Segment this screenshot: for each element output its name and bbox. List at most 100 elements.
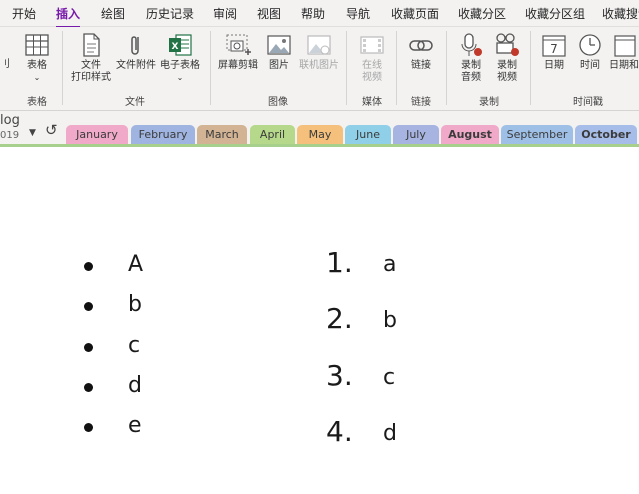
file-attachment-button[interactable]: 文件附件 [114, 32, 158, 72]
list-number: 1. [326, 246, 353, 279]
online-video-label-2: 视频 [362, 72, 382, 83]
table-label: 表格 [27, 60, 47, 71]
section-tab-february[interactable]: February [131, 125, 195, 144]
section-tab-october[interactable]: October [575, 125, 637, 144]
time-button[interactable]: 时间 [573, 32, 607, 72]
menu-tab-fav-pages[interactable]: 收藏页面 [391, 5, 439, 22]
menu-tab-history[interactable]: 历史记录 [146, 5, 194, 22]
bullet-list-item[interactable]: A [80, 252, 170, 280]
svg-text:X: X [172, 42, 179, 52]
online-picture-button[interactable]: 联机图片 [297, 32, 341, 72]
section-tab-bar: log 019 ▼ ↺ January February March April… [0, 111, 639, 145]
section-tab-june[interactable]: June [345, 125, 391, 144]
chevron-down-icon: ⌄ [33, 73, 41, 82]
screen-clipping-icon [226, 34, 251, 55]
menu-tab-fav-section-groups[interactable]: 收藏分区组 [525, 5, 585, 22]
group-label-file: 文件 [125, 97, 145, 108]
bullet-text[interactable]: e [128, 413, 142, 438]
chevron-down-icon: ⌄ [176, 73, 184, 82]
record-audio-label-1: 录制 [461, 60, 481, 71]
group-label-media: 媒体 [362, 97, 382, 108]
numbered-text[interactable]: c [383, 365, 395, 390]
link-label: 链接 [411, 60, 431, 71]
picture-button[interactable]: 图片 [263, 32, 295, 72]
menu-tab-home[interactable]: 开始 [12, 5, 36, 22]
numbered-text[interactable]: a [383, 252, 396, 277]
numbered-text[interactable]: d [383, 421, 397, 446]
notebook-dropdown-icon[interactable]: ▼ [29, 128, 36, 138]
bullet-text[interactable]: d [128, 373, 142, 398]
record-video-button[interactable]: 录制 视频 [490, 32, 524, 84]
group-label-link: 链接 [411, 97, 431, 108]
section-tab-september[interactable]: September [501, 125, 573, 144]
page-canvas[interactable]: A b c d e 1. a 2. b 3. c 4. d [0, 147, 639, 494]
group-label-record: 录制 [479, 97, 499, 108]
date-button[interactable]: 7 日期 [537, 32, 571, 72]
bullet-list-item[interactable]: c [80, 333, 170, 361]
menu-tab-review[interactable]: 审阅 [213, 5, 237, 22]
datetime-label: 日期和 [609, 60, 639, 71]
ribbon: 刂 表格 ⌄ 表格 文件 打印样式 文件附件 X 电子表格 ⌄ 文件 屏幕剪辑 … [0, 27, 639, 111]
file-printout-label-2: 打印样式 [71, 72, 111, 83]
calendar-clock-icon [614, 35, 636, 57]
section-tab-march[interactable]: March [197, 125, 247, 144]
bullet-dot [84, 383, 93, 392]
clock-icon [579, 34, 601, 56]
section-tab-april[interactable]: April [250, 125, 295, 144]
list-number: 2. [326, 302, 353, 335]
section-tab-july[interactable]: July [393, 125, 439, 144]
menu-tab-view[interactable]: 视图 [257, 5, 281, 22]
online-video-button[interactable]: 在线 视频 [354, 32, 390, 84]
online-picture-label: 联机图片 [299, 60, 339, 71]
bullet-dot [84, 343, 93, 352]
notebook-subtitle: 019 [0, 130, 20, 141]
link-button[interactable]: 链接 [402, 32, 440, 72]
table-button[interactable]: 表格 ⌄ [20, 32, 54, 84]
numbered-list-item[interactable]: 1. a [326, 246, 446, 284]
section-tab-january[interactable]: January [66, 125, 128, 144]
record-audio-icon [461, 33, 482, 56]
record-video-label-1: 录制 [497, 60, 517, 71]
menu-tab-draw[interactable]: 绘图 [101, 5, 125, 22]
link-icon [409, 40, 433, 51]
calendar-icon: 7 [542, 35, 566, 57]
notebook-name[interactable]: log [0, 113, 20, 128]
bullet-list-item[interactable]: b [80, 292, 170, 320]
menu-tab-fav-search[interactable]: 收藏搜索 [602, 5, 639, 22]
numbered-text[interactable]: b [383, 308, 397, 333]
time-label: 时间 [580, 60, 600, 71]
menu-tab-insert[interactable]: 插入 [56, 5, 81, 28]
bullet-list-item[interactable]: e [80, 413, 170, 441]
record-video-icon [496, 33, 519, 56]
datetime-button[interactable]: 日期和 [609, 32, 639, 72]
numbered-list-item[interactable]: 3. c [326, 359, 446, 397]
bullet-text[interactable]: b [128, 292, 142, 317]
file-printout-button[interactable]: 文件 打印样式 [68, 32, 114, 84]
menu-tab-navigate[interactable]: 导航 [346, 5, 370, 22]
section-tab-may[interactable]: May [297, 125, 343, 144]
bullet-list-item[interactable]: d [80, 373, 170, 401]
numbered-list-item[interactable]: 4. d [326, 415, 446, 453]
calendar-day: 7 [550, 42, 558, 56]
numbered-list-item[interactable]: 2. b [326, 302, 446, 340]
record-audio-label-2: 音频 [461, 72, 481, 83]
picture-label: 图片 [269, 60, 289, 71]
spreadsheet-button[interactable]: X 电子表格 ⌄ [158, 32, 202, 84]
table-icon [25, 34, 49, 56]
undo-icon[interactable]: ↺ [45, 121, 58, 139]
paperclip-icon [131, 36, 139, 55]
section-tab-august[interactable]: August [441, 125, 499, 144]
bullet-dot [84, 423, 93, 432]
file-printout-label-1: 文件 [81, 60, 101, 71]
menu-bar: 开始 插入 绘图 历史记录 审阅 视图 帮助 导航 收藏页面 收藏分区 收藏分区… [0, 0, 639, 28]
bullet-dot [84, 302, 93, 311]
menu-tab-help[interactable]: 帮助 [301, 5, 325, 22]
screen-clipping-button[interactable]: 屏幕剪辑 [215, 32, 261, 72]
record-video-label-2: 视频 [497, 72, 517, 83]
group-separator [396, 31, 397, 105]
record-audio-button[interactable]: 录制 音频 [454, 32, 488, 84]
bullet-text[interactable]: A [128, 252, 143, 277]
bullet-text[interactable]: c [128, 333, 140, 358]
group-label-image: 图像 [268, 97, 288, 108]
menu-tab-fav-sections[interactable]: 收藏分区 [458, 5, 506, 22]
